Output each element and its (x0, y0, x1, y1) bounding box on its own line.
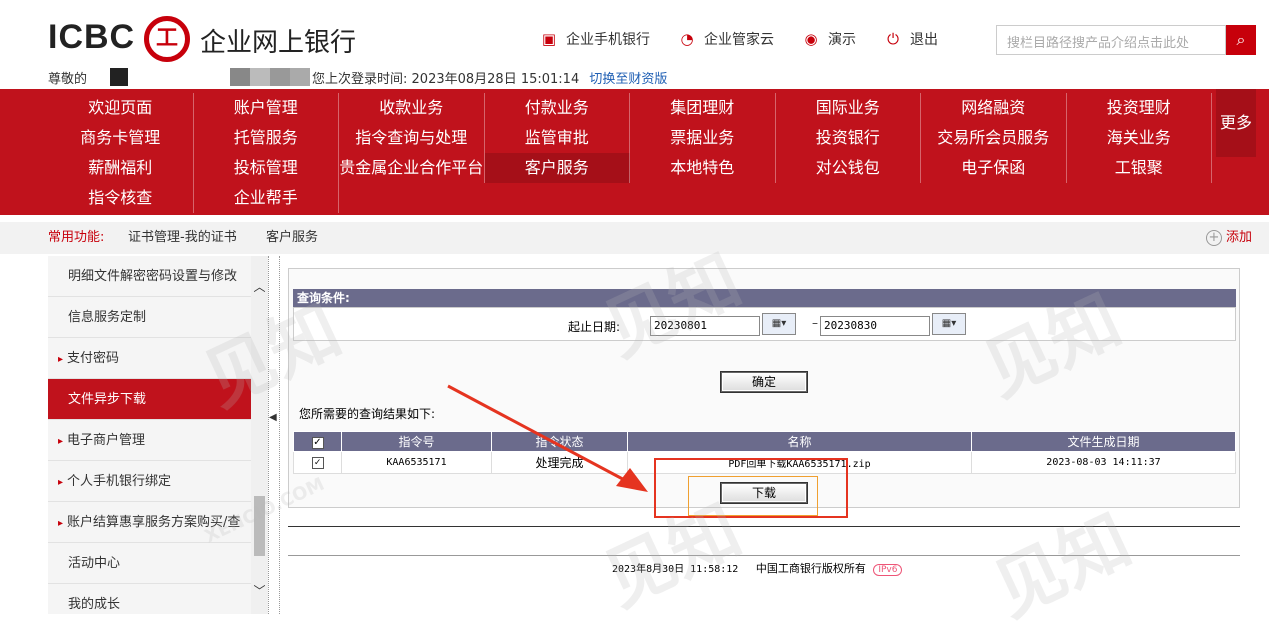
annotation-arrow-line (447, 384, 633, 486)
annotation-arrow (447, 384, 648, 492)
annotation-arrowhead (616, 468, 648, 492)
